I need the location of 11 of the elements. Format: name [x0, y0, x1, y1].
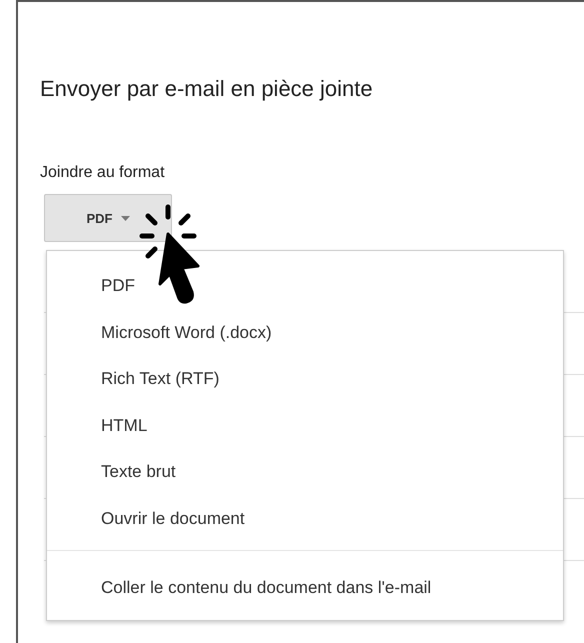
menu-item[interactable]: Rich Text (RTF) [47, 356, 563, 402]
menu-item[interactable]: Microsoft Word (.docx) [47, 310, 563, 356]
menu-item[interactable]: Coller le contenu du document dans l'e-mail [47, 565, 563, 612]
dialog-title: Envoyer par e-mail en pièce jointe [40, 76, 374, 102]
format-label: Joindre au format [40, 164, 166, 182]
menu-item[interactable]: Texte brut [47, 449, 563, 496]
menu-item[interactable]: HTML [47, 402, 563, 449]
format-dropdown[interactable]: PDF [44, 194, 172, 242]
menu-item[interactable]: PDF [47, 263, 563, 310]
menu-item[interactable]: Ouvrir le document [47, 496, 563, 542]
caret-icon [120, 216, 130, 220]
